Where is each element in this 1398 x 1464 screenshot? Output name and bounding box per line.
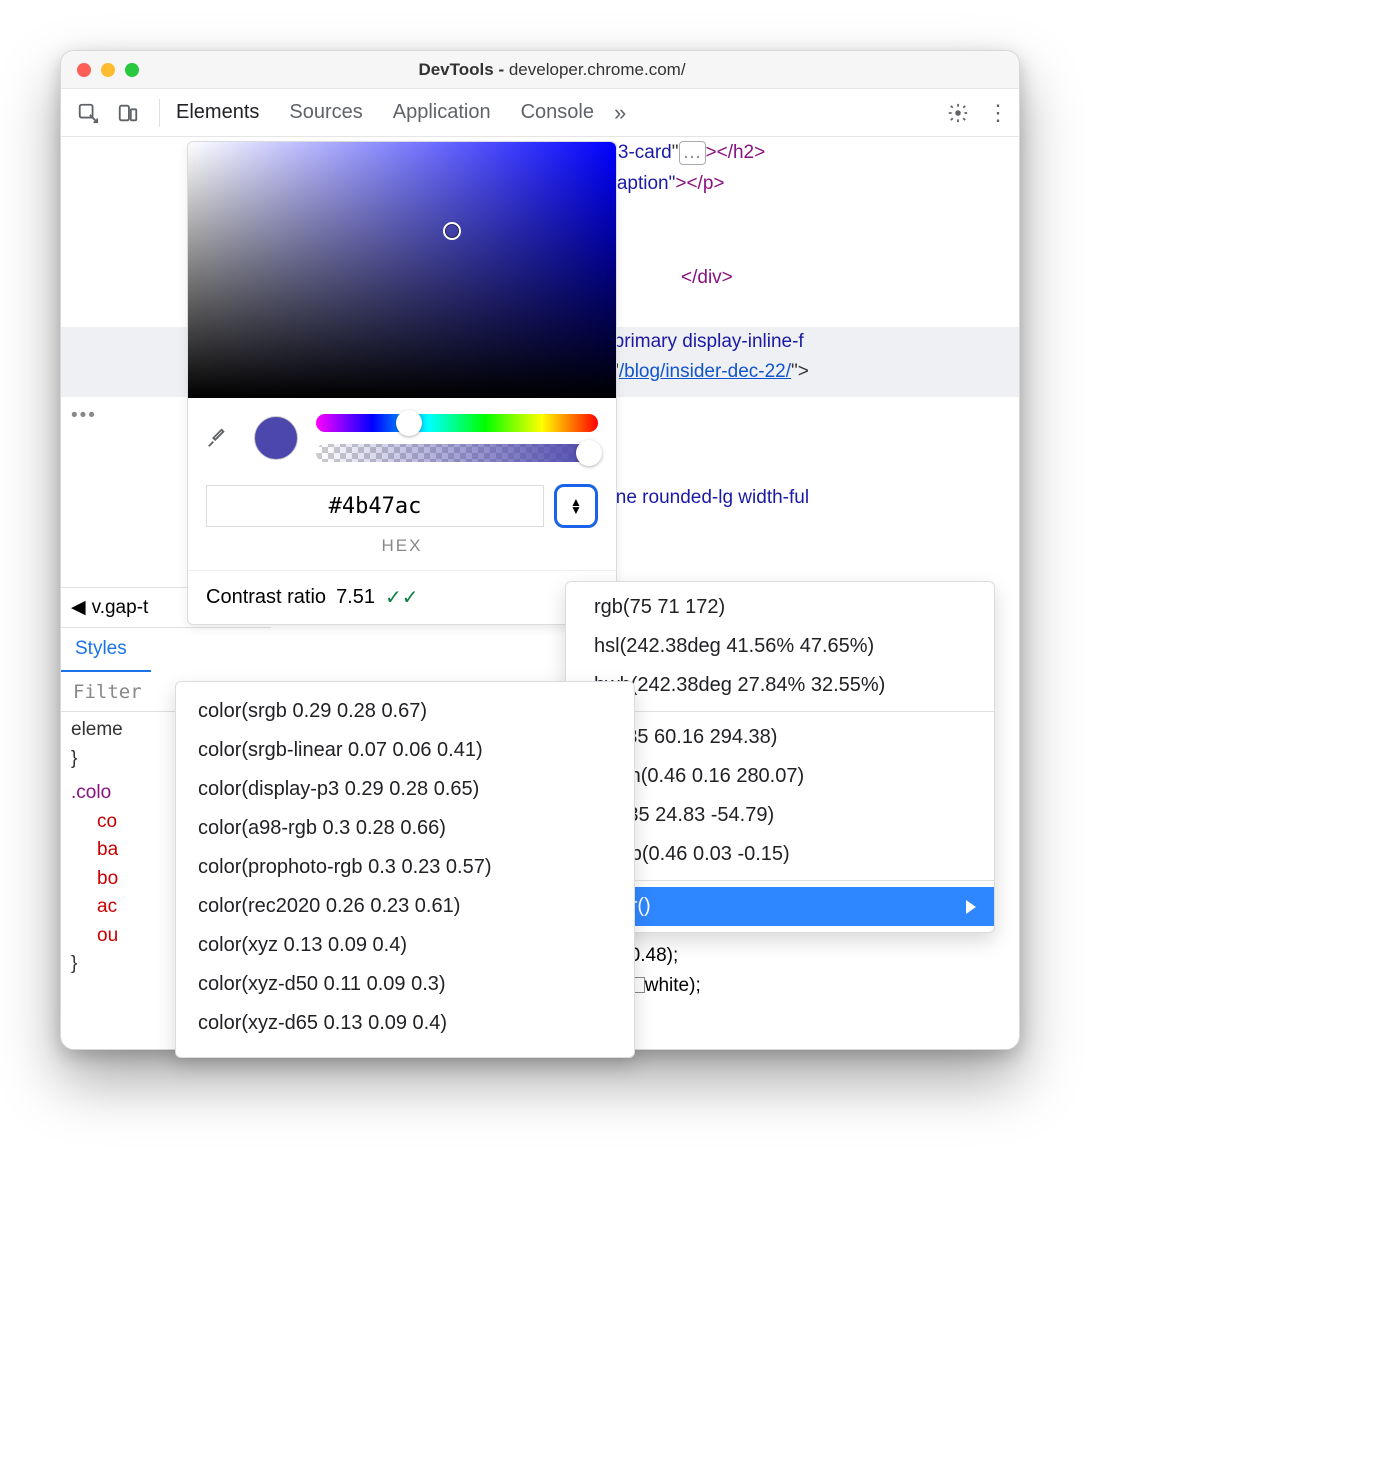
src-frag: ></h2>	[706, 142, 766, 163]
src-frag: </div>	[681, 267, 733, 289]
more-tabs-icon[interactable]: »	[614, 100, 626, 126]
maximize-window-button[interactable]	[125, 63, 139, 77]
alpha-thumb[interactable]	[576, 440, 602, 466]
color-picker: ▲▼ HEX Contrast ratio 7.51 ✓✓	[187, 141, 617, 625]
src-link[interactable]: /blog/insider-dec-22/	[619, 361, 791, 382]
hex-label: HEX	[188, 528, 616, 570]
breadcrumb-text: v.gap-t	[92, 597, 149, 619]
color-spectrum[interactable]	[188, 142, 616, 398]
contrast-value: 7.51	[336, 586, 375, 609]
window-title: DevTools - developer.chrome.com/	[155, 60, 949, 80]
submenu-item[interactable]: color(xyz-d50 0.11 0.09 0.3)	[176, 965, 634, 1004]
submenu-arrow-icon	[966, 900, 976, 914]
close-window-button[interactable]	[77, 63, 91, 77]
submenu-item[interactable]: color(rec2020 0.26 0.23 0.61)	[176, 887, 634, 926]
tab-console[interactable]: Console	[521, 101, 594, 124]
hue-thumb[interactable]	[396, 410, 422, 436]
app-name: DevTools	[418, 60, 493, 79]
devtools-tabs: Elements Sources Application Console	[176, 101, 594, 124]
kebab-icon[interactable]: ⋮	[987, 100, 1009, 126]
alpha-slider[interactable]	[316, 444, 598, 462]
styles-tab[interactable]: Styles	[61, 628, 151, 672]
src-frag: ></p>	[675, 173, 724, 194]
hex-input[interactable]	[206, 485, 544, 527]
submenu-item[interactable]: color(xyz 0.13 0.09 0.4)	[176, 926, 634, 965]
submenu-item[interactable]: color(xyz-d65 0.13 0.09 0.4)	[176, 1004, 634, 1043]
submenu-item[interactable]: color(srgb-linear 0.07 0.06 0.41)	[176, 731, 634, 770]
title-url: developer.chrome.com/	[509, 60, 686, 79]
src-frag: rline rounded-lg width-ful	[601, 487, 809, 509]
spectrum-handle[interactable]	[443, 222, 461, 240]
inspect-icon[interactable]	[71, 96, 105, 130]
window-controls	[61, 63, 155, 77]
src-frag: r-primary display-inline-f	[601, 331, 804, 353]
chevron-left-icon[interactable]: ◀	[71, 596, 86, 619]
collapse-indicator[interactable]: •••	[71, 405, 97, 427]
menu-item[interactable]: rgb(75 71 172)	[566, 588, 994, 627]
contrast-row[interactable]: Contrast ratio 7.51 ✓✓	[188, 571, 616, 624]
device-toggle-icon[interactable]	[111, 96, 145, 130]
menu-item[interactable]: hsl(242.38deg 41.56% 47.65%)	[566, 627, 994, 666]
current-color-swatch[interactable]	[254, 416, 298, 460]
tab-application[interactable]: Application	[393, 101, 491, 124]
contrast-pass-icon: ✓✓	[385, 585, 419, 610]
contrast-label: Contrast ratio	[206, 586, 326, 609]
tab-sources[interactable]: Sources	[289, 101, 362, 124]
titlebar: DevTools - developer.chrome.com/	[61, 51, 1019, 89]
color-format-toggle[interactable]: ▲▼	[554, 484, 598, 528]
hue-slider[interactable]	[316, 414, 598, 432]
submenu-item[interactable]: color(prophoto-rgb 0.3 0.23 0.57)	[176, 848, 634, 887]
tab-elements[interactable]: Elements	[176, 101, 259, 124]
eyedropper-icon[interactable]	[206, 427, 236, 449]
color-space-submenu: color(srgb 0.29 0.28 0.67) color(srgb-li…	[175, 681, 635, 1058]
minimize-window-button[interactable]	[101, 63, 115, 77]
toolbar: Elements Sources Application Console » ⋮	[61, 89, 1019, 137]
devtools-window: DevTools - developer.chrome.com/ Element…	[60, 50, 1020, 1050]
settings-icon[interactable]	[947, 102, 969, 124]
submenu-item[interactable]: color(a98-rgb 0.3 0.28 0.66)	[176, 809, 634, 848]
submenu-item[interactable]: color(srgb 0.29 0.28 0.67)	[176, 692, 634, 731]
submenu-item[interactable]: color(display-p3 0.29 0.28 0.65)	[176, 770, 634, 809]
